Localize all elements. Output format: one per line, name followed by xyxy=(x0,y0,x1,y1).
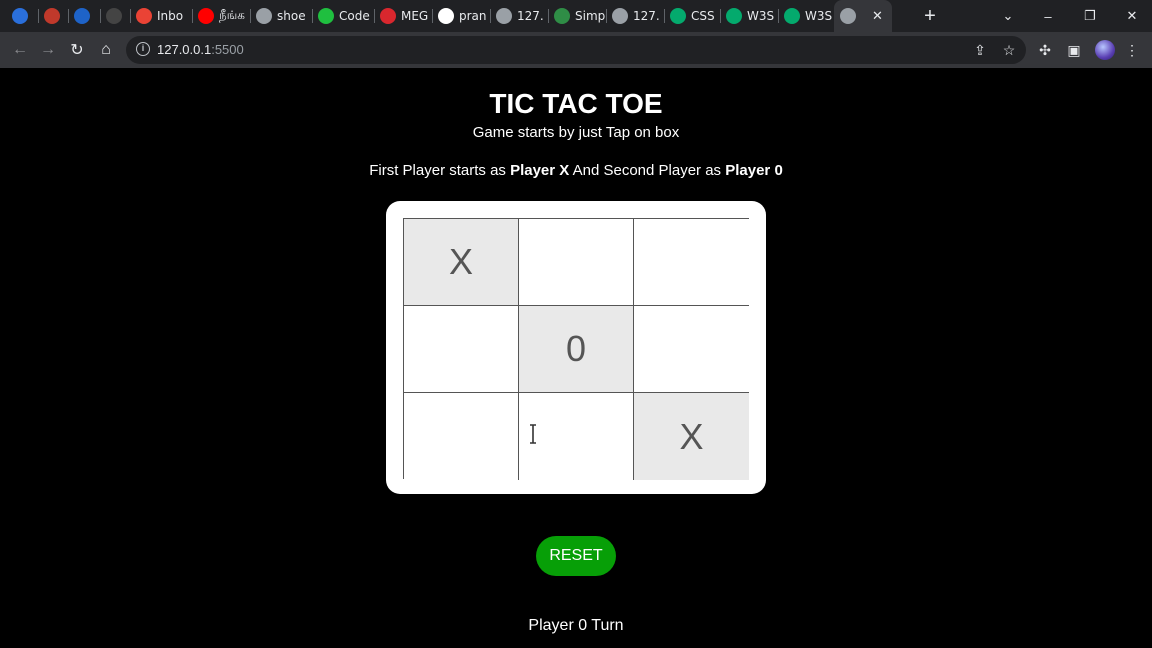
tab-label: Code xyxy=(339,9,370,23)
w3schools-icon xyxy=(784,8,800,24)
profile-avatar[interactable] xyxy=(1095,40,1115,60)
tab-label: Simp xyxy=(575,9,606,23)
player-0-label: Player 0 xyxy=(725,162,783,179)
globe-icon xyxy=(840,8,856,24)
globe-icon xyxy=(496,8,512,24)
globe-icon xyxy=(612,8,628,24)
tab-4[interactable]: Inbo xyxy=(130,0,192,32)
reload-button[interactable]: ↻ xyxy=(67,40,87,60)
tab-label: CSS xyxy=(691,9,715,23)
board-cell-0[interactable]: X xyxy=(404,219,519,306)
board-cell-4[interactable]: 0 xyxy=(519,306,634,393)
game-board: X0X xyxy=(403,218,749,480)
menu-kebab-icon[interactable]: ⋮ xyxy=(1122,40,1142,60)
tab-label: Inbo xyxy=(157,9,184,23)
tab-label: W3S xyxy=(805,9,833,23)
tab-label: 127. xyxy=(633,9,660,23)
tab-list: Inbo நீங்க shoe Code MEG pran 127. Simp 127. CSS W… xyxy=(6,0,892,32)
m-logo-icon xyxy=(106,8,122,24)
bookmark-star-icon[interactable]: ☆ xyxy=(999,40,1019,60)
tab-5[interactable]: நீங்க xyxy=(192,0,250,32)
close-tab-icon[interactable]: ✕ xyxy=(872,9,883,24)
tab-label: shoe xyxy=(277,9,306,23)
new-tab-button[interactable]: + xyxy=(920,6,940,26)
tab-7[interactable]: Code xyxy=(312,0,374,32)
board-cell-6[interactable] xyxy=(404,393,519,480)
tab-0[interactable] xyxy=(6,0,38,32)
player-x-label: Player X xyxy=(510,162,570,179)
tab-10[interactable]: 127. xyxy=(490,0,548,32)
game-title: TIC TAC TOE xyxy=(489,88,663,119)
mega-icon xyxy=(380,8,396,24)
w3schools-icon xyxy=(670,8,686,24)
text-cursor-icon xyxy=(530,424,536,444)
board-cell-1[interactable] xyxy=(519,219,634,306)
tab-label: 127. xyxy=(517,9,544,23)
tab-11[interactable]: Simp xyxy=(548,0,606,32)
side-panel-icon[interactable]: ▣ xyxy=(1064,40,1084,60)
tab-label: MEG xyxy=(401,9,429,23)
tab-label: W3S xyxy=(747,9,775,23)
youtube-icon xyxy=(198,8,214,24)
gfg-icon xyxy=(554,8,570,24)
tab-9[interactable]: pran xyxy=(432,0,490,32)
tab-15[interactable]: W3S xyxy=(778,0,834,32)
green-asterisk-icon xyxy=(318,8,334,24)
board-cell-8[interactable]: X xyxy=(634,393,749,480)
extensions-puzzle-icon[interactable]: ✣ xyxy=(1035,40,1055,60)
tab-2[interactable] xyxy=(68,0,100,32)
minimize-button[interactable]: – xyxy=(1028,0,1068,32)
tab-3[interactable] xyxy=(100,0,130,32)
tab-6[interactable]: shoe xyxy=(250,0,312,32)
tab-label: நீங்க xyxy=(219,8,245,22)
tab-8[interactable]: MEG xyxy=(374,0,432,32)
edge-icon xyxy=(12,8,28,24)
reset-button[interactable]: RESET xyxy=(536,536,616,576)
tab-16[interactable]: ✕ xyxy=(834,0,892,32)
tab-label: pran xyxy=(459,9,487,23)
blue-globe-icon xyxy=(74,8,90,24)
w3schools-icon xyxy=(726,8,742,24)
board-cell-3[interactable] xyxy=(404,306,519,393)
home-button[interactable]: ⌂ xyxy=(96,40,116,60)
gmail-icon xyxy=(136,8,152,24)
close-window-button[interactable]: ✕ xyxy=(1112,0,1152,32)
tab-strip: Inbo நீங்க shoe Code MEG pran 127. Simp 127. CSS W… xyxy=(0,0,1152,32)
share-icon[interactable]: ⇪ xyxy=(970,40,990,60)
tab-12[interactable]: 127. xyxy=(606,0,664,32)
globe-icon xyxy=(256,8,272,24)
url-text: 127.0.0.1:5500 xyxy=(157,42,244,57)
address-bar[interactable]: i 127.0.0.1:5500 xyxy=(126,36,1026,64)
board-cell-2[interactable] xyxy=(634,219,749,306)
back-button[interactable]: ← xyxy=(10,40,30,60)
tab-14[interactable]: W3S xyxy=(720,0,778,32)
players-info: First Player starts as Player X And Seco… xyxy=(369,162,783,179)
turn-status: Player 0 Turn xyxy=(528,617,624,634)
tab-13[interactable]: CSS xyxy=(664,0,720,32)
browser-toolbar: ← → ↻ ⌂ i 127.0.0.1:5500 ⇪ ☆ ✣ ▣ ⋮ xyxy=(0,32,1152,68)
site-info-icon[interactable]: i xyxy=(136,42,150,56)
game-subtitle: Game starts by just Tap on box xyxy=(472,124,680,141)
board-cell-5[interactable] xyxy=(634,306,749,393)
page-content: TIC TAC TOE Game starts by just Tap on b… xyxy=(0,68,1152,648)
tab-search-chevron-icon[interactable]: ⌄ xyxy=(988,0,1028,32)
tab-1[interactable] xyxy=(38,0,68,32)
maximize-button[interactable]: ❐ xyxy=(1070,0,1110,32)
red-x-icon xyxy=(44,8,60,24)
forward-button[interactable]: → xyxy=(38,40,58,60)
board-container: X0X xyxy=(386,201,766,494)
github-icon xyxy=(438,8,454,24)
